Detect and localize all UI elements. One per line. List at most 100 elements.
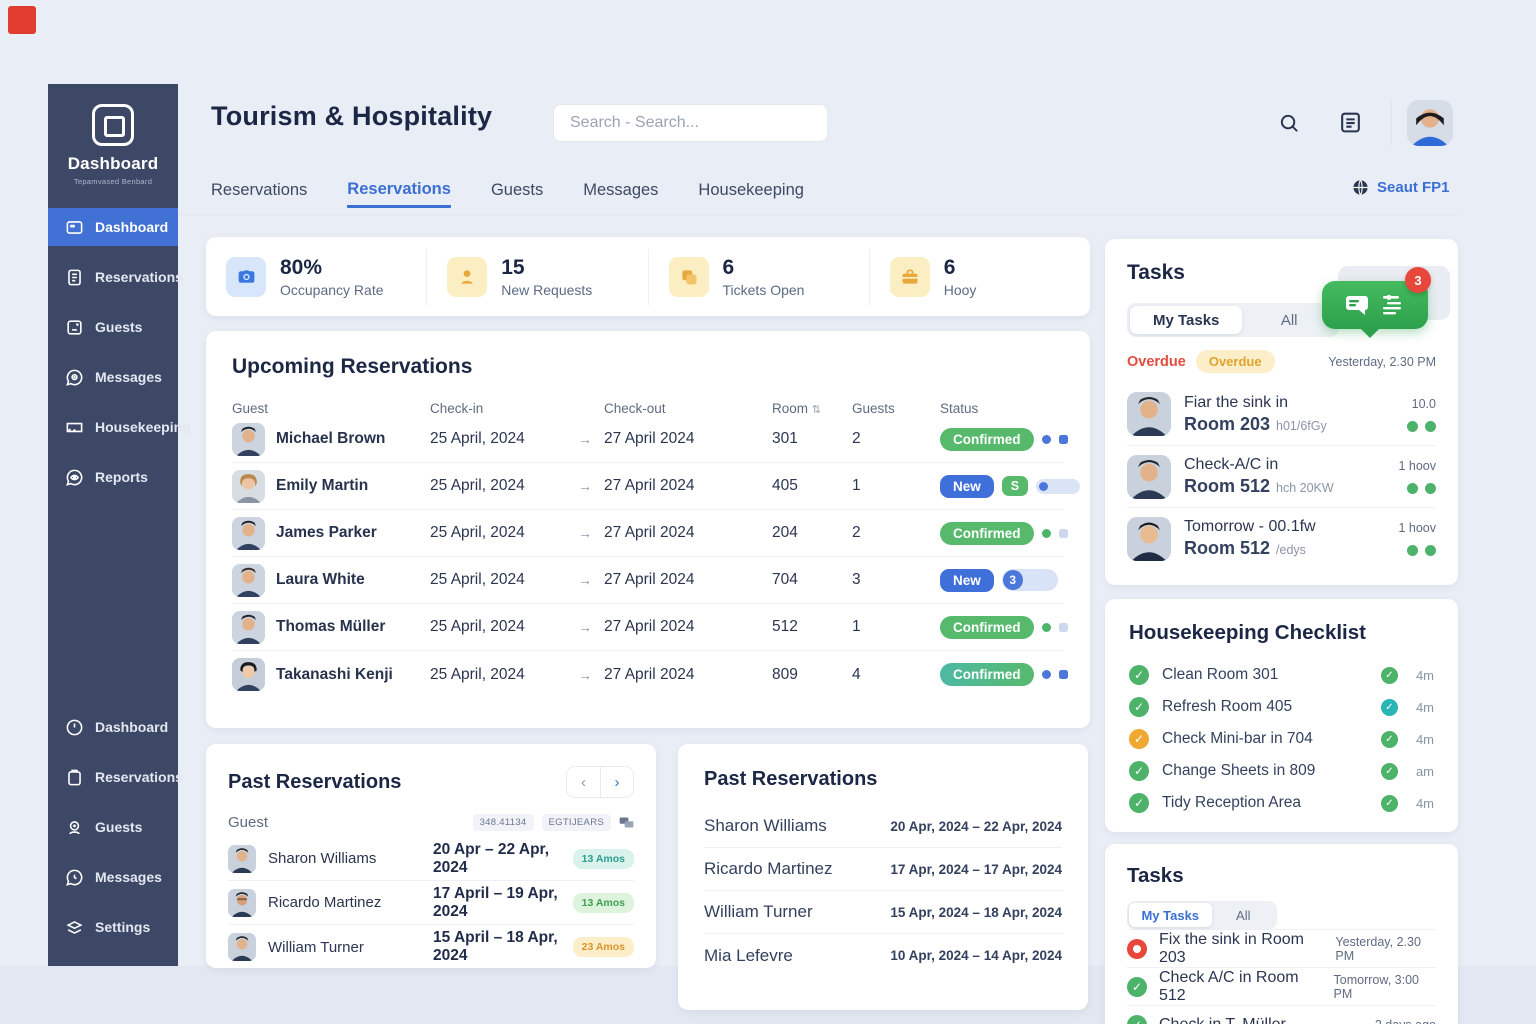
list-item[interactable]: Sharon Williams 20 Apr – 22 Apr, 2024 13… xyxy=(228,837,634,881)
check-icon[interactable]: ✓ xyxy=(1129,697,1149,717)
list-item[interactable]: Sharon Williams 20 Apr, 2024 – 22 Apr, 2… xyxy=(704,805,1062,848)
user-link-label: Seaut FP1 xyxy=(1377,179,1450,196)
notes-icon[interactable] xyxy=(1338,110,1363,135)
sidebar-item-label: Reservations xyxy=(95,769,183,785)
guest-name: William Turner xyxy=(268,939,433,956)
tab-my-tasks[interactable]: My Tasks xyxy=(1129,903,1212,927)
task-item[interactable]: Tomorrow - 00.1fw Room 512/edys 1 hoov xyxy=(1127,507,1436,569)
stat-label: Occupancy Rate xyxy=(280,282,384,298)
check-icon[interactable]: ✓ xyxy=(1129,761,1149,781)
tasks-card: Tasks 3 My Tasks All Overdue Overdue Yes… xyxy=(1105,239,1458,585)
search-icon[interactable] xyxy=(1278,112,1301,135)
app-title: Dashboard xyxy=(48,154,178,174)
task-item[interactable]: ✓ Check in T. Müller 2 days ago xyxy=(1127,1005,1436,1024)
sidebar-item-messages[interactable]: Messages xyxy=(48,358,178,396)
guest-count: 1 xyxy=(852,618,940,636)
sidebar-item-label: Guests xyxy=(95,819,142,835)
status-square xyxy=(1059,529,1068,538)
sidebar-logo: Dashboard Tepamvased Benbard xyxy=(48,84,178,186)
sidebar-item-label: Housekeeping xyxy=(95,419,191,435)
list-item[interactable]: Ricardo Martinez 17 April – 19 Apr, 2024… xyxy=(228,881,634,925)
tab-housekeeping[interactable]: Housekeeping xyxy=(698,181,804,206)
sidebar-item-dashboard-2[interactable]: Dashboard xyxy=(48,708,178,746)
avatar xyxy=(228,889,256,917)
task-time: 2 days ago xyxy=(1375,1018,1436,1024)
status-mini-badge: S xyxy=(1002,476,1028,496)
next-page-button[interactable]: › xyxy=(600,767,633,797)
checklist-item[interactable]: ✓ Tidy Reception Area ✓ 4m xyxy=(1129,787,1434,819)
checkout: 27 April 2024 xyxy=(604,571,772,589)
table-row[interactable]: James Parker 25 April, 2024 → 27 April 2… xyxy=(232,510,1064,557)
task-item[interactable]: ✓ Check A/C in Room 512 Tomorrow, 3:00 P… xyxy=(1127,967,1436,1005)
task-item[interactable]: Fiar the sink in Room 203h01/6fGy 10.0 xyxy=(1127,383,1436,445)
checklist-item[interactable]: ✓ Change Sheets in 809 ✓ am xyxy=(1129,755,1434,787)
stat-hooy: 6 Hooy xyxy=(869,249,1090,305)
card-view-icon[interactable] xyxy=(619,816,634,829)
check-icon[interactable]: ✓ xyxy=(1129,793,1149,813)
sidebar-item-housekeeping[interactable]: Housekeeping xyxy=(48,408,178,446)
checklist-item[interactable]: ✓ Clean Room 301 ✓ 4m xyxy=(1129,659,1434,691)
status-dot xyxy=(1042,670,1051,679)
guest-count: 3 xyxy=(852,571,940,589)
list-item[interactable]: William Turner 15 Apr, 2024 – 18 Apr, 20… xyxy=(704,891,1062,934)
sidebar-item-reservations-2[interactable]: Reservations xyxy=(48,758,178,796)
status-dot xyxy=(1042,623,1051,632)
user-avatar[interactable] xyxy=(1407,100,1453,146)
checklist-item[interactable]: ✓ Check Mini-bar in 704 ✓ 4m xyxy=(1129,723,1434,755)
sidebar-item-reservations[interactable]: Reservations xyxy=(48,258,178,296)
task-label: Check in T. Müller xyxy=(1159,1016,1286,1024)
meta-box-2: EGTIJEARS xyxy=(542,814,612,831)
dates: 15 Apr, 2024 – 18 Apr, 2024 xyxy=(890,905,1062,920)
tab-guests[interactable]: Guests xyxy=(491,181,543,206)
tasks-bottom-card: Tasks My Tasks All Fix the sink in Room … xyxy=(1105,844,1458,1024)
reservation-tag: 13 Amos xyxy=(573,893,634,913)
housekeeping-checklist-card: Housekeeping Checklist ✓ Clean Room 301 … xyxy=(1105,599,1458,832)
tab-messages[interactable]: Messages xyxy=(583,181,658,206)
search-input[interactable] xyxy=(553,104,828,142)
task-item[interactable]: Fix the sink in Room 203 Yesterday, 2.30… xyxy=(1127,929,1436,967)
check-icon[interactable]: ✓ xyxy=(1129,665,1149,685)
checkout: 27 April 2024 xyxy=(604,524,772,542)
checklist-item[interactable]: ✓ Refresh Room 405 ✓ 4m xyxy=(1129,691,1434,723)
status-square xyxy=(1059,623,1068,632)
past-reservations-left-card: Past Reservations ‹ › Guest 348.41134 EG… xyxy=(206,744,656,968)
col-guest: Guest xyxy=(228,814,268,831)
checkout: 27 April 2024 xyxy=(604,430,772,448)
table-row[interactable]: Thomas Müller 25 April, 2024 → 27 April … xyxy=(232,604,1064,651)
checklist-time: 4m xyxy=(1406,668,1434,683)
tab-all[interactable]: All xyxy=(1212,908,1275,923)
prev-page-button[interactable]: ‹ xyxy=(567,767,600,797)
sidebar-item-label: Settings xyxy=(95,919,150,935)
check-icon: ✓ xyxy=(1127,1015,1147,1024)
sidebar-item-reports[interactable]: Reports xyxy=(48,458,178,496)
sidebar-item-guests-2[interactable]: Guests xyxy=(48,808,178,846)
table-row[interactable]: Emily Martin 25 April, 2024 → 27 April 2… xyxy=(232,463,1064,510)
list-item[interactable]: Mia Lefevre 10 Apr, 2024 – 14 Apr, 2024 xyxy=(704,934,1062,977)
task-item[interactable]: Check-A/C in Room 512hch 20KW 1 hoov xyxy=(1127,445,1436,507)
table-row[interactable]: Michael Brown 25 April, 2024 → 27 April … xyxy=(232,416,1064,463)
guest-name: Takanashi Kenji xyxy=(276,666,393,684)
tab-reservations-1[interactable]: Reservations xyxy=(211,181,307,206)
user-link[interactable]: Seaut FP1 xyxy=(1352,179,1450,196)
sidebar-item-messages-2[interactable]: Messages xyxy=(48,858,178,896)
room: 704 xyxy=(772,571,852,589)
tab-reservations-2[interactable]: Reservations xyxy=(347,180,451,208)
list-item[interactable]: Ricardo Martinez 17 Apr, 2024 – 17 Apr, … xyxy=(704,848,1062,891)
status-badge: Confirmed xyxy=(940,663,1034,686)
tab-my-tasks[interactable]: My Tasks xyxy=(1130,306,1242,334)
avatar-image xyxy=(1407,100,1453,146)
list-item[interactable]: William Turner 15 April – 18 Apr, 2024 2… xyxy=(228,925,634,968)
col-room[interactable]: Room ⇅ xyxy=(772,401,852,416)
dates: 20 Apr – 22 Apr, 2024 xyxy=(433,841,573,877)
table-row[interactable]: Laura White 25 April, 2024 → 27 April 20… xyxy=(232,557,1064,604)
table-row[interactable]: Takanashi Kenji 25 April, 2024 → 27 Apri… xyxy=(232,651,1064,698)
sort-icon: ⇅ xyxy=(812,404,821,416)
sidebar-item-settings[interactable]: Settings xyxy=(48,908,178,946)
sidebar-item-dashboard[interactable]: Dashboard xyxy=(48,208,178,246)
guest-count: 4 xyxy=(852,666,940,684)
col-status: Status xyxy=(940,401,1064,416)
chat-icon xyxy=(65,368,84,387)
sidebar-item-guests[interactable]: Guests xyxy=(48,308,178,346)
check-icon[interactable]: ✓ xyxy=(1129,729,1149,749)
col-guests: Guests xyxy=(852,401,940,416)
